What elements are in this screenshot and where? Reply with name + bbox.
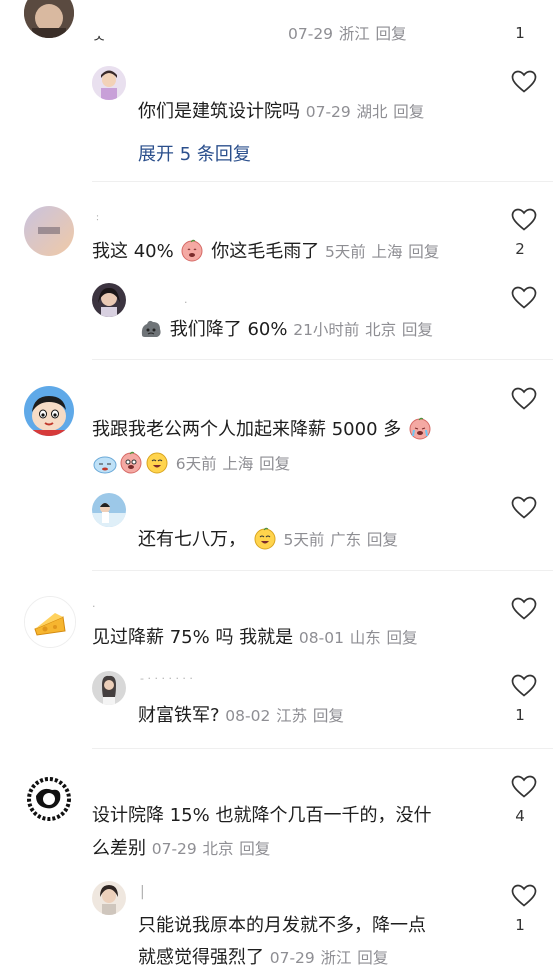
avatar[interactable] (24, 596, 76, 648)
reply-body: 只能说我原本的月发就不多，降一点 (138, 915, 426, 936)
reply-button[interactable]: 回复 (402, 321, 433, 339)
comment-body: 我跟我老公两个人加起来降薪 5000 多 (92, 419, 402, 440)
avatar[interactable] (92, 493, 126, 527)
comment-location: 北京 (365, 321, 397, 339)
avatar[interactable] (24, 206, 74, 256)
comment-body: 设计院降 15% 也就降个几百一千的，没什 (92, 805, 432, 826)
avatar[interactable] (24, 0, 74, 38)
comment-location: 北京 (202, 840, 234, 858)
heart-outline-icon[interactable] (511, 70, 537, 94)
username: · (92, 600, 96, 613)
laughing-emoji-icon (145, 450, 169, 474)
reply-text: 财富铁军? 08-02 江苏 回复 (138, 704, 344, 728)
comment-text: 见过降薪 75% 吗 我就是 08-01 山东 回复 (92, 626, 417, 650)
grey-blob-emoji-icon (139, 316, 163, 340)
like-count: 1 (515, 706, 525, 724)
comment-text: 我跟我老公两个人加起来降薪 5000 多 (92, 416, 433, 442)
reply-button[interactable]: 回复 (408, 243, 439, 261)
avatar[interactable] (92, 881, 126, 915)
comment-meta: ᆺ 07-29 浙江 回复 (92, 22, 407, 46)
username: - · · · · · · · (140, 672, 193, 685)
comment-location: 江苏 (276, 707, 308, 725)
reply-body: 我们降了 60% (169, 319, 288, 340)
like-count: 1 (515, 24, 525, 42)
comment-location: 湖北 (356, 103, 388, 121)
heart-outline-icon[interactable] (511, 884, 537, 908)
reply-body: 就感觉得强烈了 (138, 947, 264, 968)
reply-button[interactable]: 回复 (239, 840, 270, 858)
heart-outline-icon[interactable] (511, 597, 537, 621)
comment-date: 08-02 (225, 707, 271, 725)
like-count: 1 (515, 916, 525, 934)
heart-outline-icon[interactable] (511, 496, 537, 520)
comment-text-line2: 么差别 07-29 北京 回复 (92, 837, 270, 861)
comment-location: 浙江 (320, 949, 352, 967)
comment-location: 广东 (330, 531, 362, 549)
comment-location: 浙江 (338, 25, 370, 43)
comment-body: 么差别 (92, 838, 146, 859)
comment-text: 设计院降 15% 也就降个几百一千的，没什 (92, 804, 431, 828)
crying-peach-emoji-icon (180, 238, 204, 262)
comment-date: 5天前 (283, 531, 325, 549)
comment-location: 上海 (371, 243, 403, 261)
divider (92, 359, 553, 360)
comment-date: 07-29 (288, 25, 334, 43)
reply-button[interactable]: 回复 (259, 455, 290, 473)
avatar[interactable] (92, 671, 126, 705)
reply-button[interactable]: 回复 (313, 707, 344, 725)
divider (92, 748, 553, 749)
comment-body: 你这毛毛雨了 (211, 241, 320, 262)
crying-peach-emoji-icon (408, 416, 432, 440)
username: · (184, 296, 188, 309)
heart-outline-icon[interactable] (511, 674, 537, 698)
reply-button[interactable]: 回复 (376, 25, 407, 43)
avatar[interactable] (92, 283, 126, 317)
reply-button[interactable]: 回复 (386, 629, 417, 647)
like-count: 4 (515, 807, 525, 825)
comment-body: 见过降薪 75% 吗 我就是 (92, 627, 294, 648)
comment-text-fragment: ᆺ (92, 25, 107, 43)
divider (92, 570, 553, 571)
username: | (140, 884, 145, 900)
comment-body: 我这 40% (92, 241, 174, 262)
expand-replies-button[interactable]: 展开 5 条回复 (138, 140, 251, 166)
laughing-emoji-icon (253, 526, 277, 550)
avatar[interactable] (24, 386, 74, 436)
comment-date: 08-01 (298, 629, 344, 647)
comment-date: 07-29 (151, 840, 197, 858)
crying-emoji-icon (93, 450, 117, 474)
comment-date: 07-29 (269, 949, 315, 967)
comment-text: 我这 40% 你这毛毛雨了 5天前 上海 回复 (92, 238, 439, 264)
reply-text-line2: 就感觉得强烈了 07-29 浙江 回复 (138, 946, 388, 970)
reply-button[interactable]: 回复 (393, 103, 424, 121)
reply-body: 你们是建筑设计院吗 (138, 101, 300, 122)
comment-date: 6天前 (175, 455, 217, 473)
comment-date: 07-29 (305, 103, 351, 121)
reply-text: 你们是建筑设计院吗 07-29 湖北 回复 (138, 100, 424, 124)
divider (92, 181, 553, 182)
comment-location: 山东 (349, 629, 381, 647)
reply-button[interactable]: 回复 (367, 531, 398, 549)
heart-outline-icon[interactable] (511, 208, 537, 232)
heart-outline-icon[interactable] (511, 286, 537, 310)
avatar[interactable] (92, 66, 126, 100)
reply-text: 只能说我原本的月发就不多，降一点 (138, 914, 426, 938)
reply-text: 我们降了 60% 21小时前 北京 回复 (138, 316, 433, 342)
heart-outline-icon[interactable] (511, 387, 537, 411)
crying-peach-emoji-icon (119, 450, 143, 474)
reply-button[interactable]: 回复 (357, 949, 388, 967)
comment-location: 上海 (222, 455, 254, 473)
comment-date: 5天前 (324, 243, 366, 261)
reply-body: 财富铁军? (138, 705, 220, 726)
comment-date: 21小时前 (293, 321, 360, 339)
reply-body: 还有七八万， (138, 529, 246, 550)
comment-meta: 6天前 上海 回复 (92, 450, 290, 476)
heart-outline-icon[interactable] (511, 775, 537, 799)
username: ﹕ (92, 210, 103, 223)
reply-text: 还有七八万， 5天前 广东 回复 (138, 526, 398, 552)
avatar[interactable] (24, 774, 74, 824)
like-count: 2 (515, 240, 525, 258)
